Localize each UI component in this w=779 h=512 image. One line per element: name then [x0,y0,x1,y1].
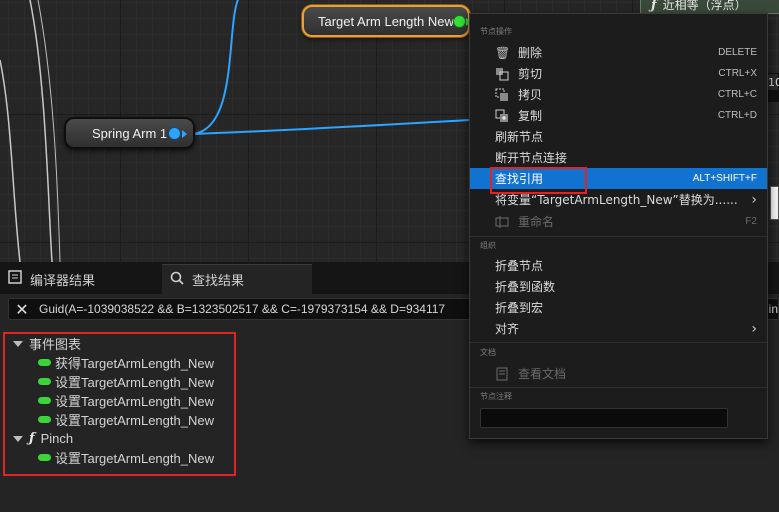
copy-icon [495,88,509,102]
tree-group-label: Pinch [40,431,74,446]
submenu-chevron-icon: › [751,191,757,208]
menu-view-docs-label: 查看文档 [518,367,567,381]
submenu-chevron-icon: › [751,320,757,337]
wire-white-2 [29,0,53,262]
section-documentation: 文档 [480,348,496,357]
tab-find-results[interactable]: 查找结果 [162,264,312,294]
nearly-equal-label: 近相等（浮点） [662,0,747,12]
menu-refresh-nodes[interactable]: 刷新节点 [470,126,767,147]
expand-triangle-icon[interactable] [13,340,23,347]
target-arm-output-pin[interactable] [454,16,465,27]
rename-icon [495,215,509,229]
spring-arm-node[interactable]: Spring Arm 1 [64,117,195,149]
tree-group-event-graph[interactable]: 事件图表 [13,334,81,353]
cut-icon [495,67,509,81]
tab-compiler-label: 编译器结果 [30,273,96,289]
menu-delete-shortcut: DELETE [718,47,757,58]
menu-align-label: 对齐 [495,322,520,336]
tree-item[interactable]: 设置TargetArmLength_New [38,372,214,391]
nearly-equal-node[interactable]: ƒ 近相等（浮点） [640,0,779,14]
search-trailing-text: in [768,302,778,316]
menu-delete-label: 删除 [518,46,543,60]
wire-spring-arm [192,0,239,135]
node-context-menu: 节点操作 🗑 删除 DELETE 剪切 CTRL+X 拷贝 CTRL+C 复制 … [469,13,768,439]
menu-refresh-label: 刷新节点 [495,130,544,144]
find-references-highlight-box [490,167,587,194]
book-icon [495,367,509,381]
float-variable-icon [38,454,51,461]
menu-duplicate-shortcut: CTRL+D [717,110,757,121]
spring-arm-output-pin[interactable] [169,128,180,139]
tree-item[interactable]: 获得TargetArmLength_New [38,353,214,372]
section-organization: 组织 [480,241,496,250]
tab-find-label: 查找结果 [192,274,245,289]
function-icon: ƒ [29,431,35,446]
spring-arm-label: Spring Arm 1 [92,125,168,141]
section-node-actions: 节点操作 [480,27,512,36]
wire-spring-arm-2 [192,119,471,135]
function-icon: ƒ [651,0,657,13]
tree-item[interactable]: 设置TargetArmLength_New [38,391,214,410]
side-value-text: 10 [768,76,779,89]
menu-collapse-to-function[interactable]: 折叠到函数 [470,276,767,297]
menu-copy[interactable]: 拷贝 CTRL+C [470,84,767,105]
wire-white-3 [37,0,61,262]
menu-rename-label: 重命名 [518,215,555,229]
search-query-text[interactable]: Guid(A=-1039038522 && B=1323502517 && C=… [35,302,445,316]
compiler-log-icon [8,270,22,288]
menu-duplicate[interactable]: 复制 CTRL+D [470,105,767,126]
tree-item[interactable]: 设置TargetArmLength_New [38,448,214,467]
tree-group-pinch[interactable]: ƒ Pinch [13,429,73,448]
menu-divider [470,236,767,237]
node-comment-input[interactable] [480,408,728,428]
search-icon [170,271,184,289]
target-arm-length-label: Target Arm Length New [318,13,454,29]
float-variable-icon [38,378,51,385]
menu-find-references-shortcut: ALT+SHIFT+F [692,173,757,184]
menu-collapse-nodes-label: 折叠节点 [495,259,544,273]
menu-cut-label: 剪切 [518,67,543,81]
tree-item-label: 设置TargetArmLength_New [55,413,214,428]
float-variable-icon [38,397,51,404]
menu-rename[interactable]: 重命名 F2 [470,211,767,232]
menu-collapse-to-macro[interactable]: 折叠到宏 [470,297,767,318]
menu-duplicate-label: 复制 [518,109,543,123]
menu-divider [470,387,767,388]
side-dark-box [768,90,779,102]
clear-search-icon[interactable]: ✕ [9,300,35,319]
tree-item-label: 设置TargetArmLength_New [55,375,214,390]
float-variable-icon [38,359,51,366]
tab-compiler-results[interactable]: 编译器结果 [0,264,160,294]
spring-arm-pin-arrow-icon [182,130,187,138]
menu-break-links-label: 断开节点连接 [495,151,568,165]
float-variable-icon [38,416,51,423]
menu-view-docs[interactable]: 查看文档 [470,363,767,384]
tree-group-label: 事件图表 [29,337,82,352]
trash-icon: 🗑 [495,45,511,60]
menu-cut[interactable]: 剪切 CTRL+X [470,63,767,84]
menu-delete[interactable]: 🗑 删除 DELETE [470,42,767,63]
menu-rename-shortcut: F2 [745,216,757,227]
tree-item[interactable]: 设置TargetArmLength_New [38,410,214,429]
menu-collapse-function-label: 折叠到函数 [495,280,556,294]
menu-cut-shortcut: CTRL+X [718,68,757,79]
expand-triangle-icon[interactable] [13,435,23,442]
tree-item-label: 设置TargetArmLength_New [55,394,214,409]
menu-align[interactable]: 对齐 › [470,318,767,339]
menu-copy-shortcut: CTRL+C [717,89,757,100]
menu-divider [470,342,767,343]
menu-break-links[interactable]: 断开节点连接 [470,147,767,168]
target-arm-length-node[interactable]: Target Arm Length New [302,5,471,37]
tree-item-label: 获得TargetArmLength_New [55,356,214,371]
menu-collapse-macro-label: 折叠到宏 [495,301,544,315]
wire-white-1 [0,59,21,262]
section-node-comment: 节点注释 [480,392,512,401]
side-white-box[interactable] [770,186,779,220]
duplicate-icon [495,109,509,123]
menu-copy-label: 拷贝 [518,88,543,102]
tree-item-label: 设置TargetArmLength_New [55,451,214,466]
menu-collapse-nodes[interactable]: 折叠节点 [470,255,767,276]
